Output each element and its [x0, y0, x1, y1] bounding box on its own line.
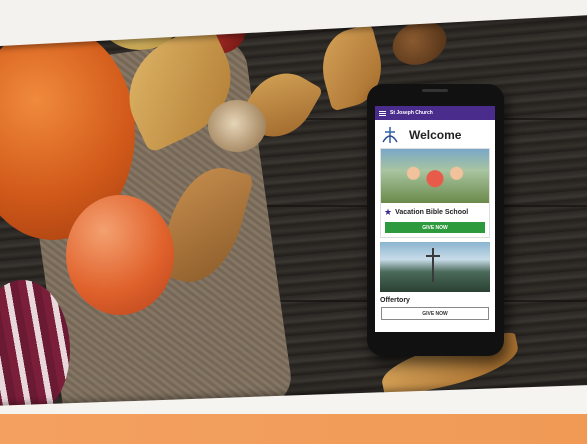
cross-icon: [432, 248, 434, 282]
card-title: Vacation Bible School: [395, 209, 469, 216]
card-title-row: ★ Vacation Bible School: [381, 203, 489, 220]
welcome-header: Welcome: [375, 120, 495, 148]
welcome-heading: Welcome: [409, 128, 462, 142]
app-bar: St Joseph Church: [375, 106, 495, 120]
star-icon: ★: [384, 207, 393, 217]
church-logo-icon: [381, 126, 399, 144]
give-now-button[interactable]: GIVE NOW: [385, 222, 485, 233]
walnut: [208, 100, 266, 152]
hamburger-menu-icon[interactable]: [379, 110, 386, 116]
vbs-card[interactable]: ★ Vacation Bible School GIVE NOW: [380, 148, 490, 238]
cross-mountain-photo: [380, 242, 490, 292]
cross-icon: [426, 255, 440, 257]
background-photo: St Joseph Church Welcome ★ Vacation Bibl…: [0, 0, 587, 444]
app-title: St Joseph Church: [390, 110, 433, 116]
orange-band: [0, 414, 587, 444]
phone-screen: St Joseph Church Welcome ★ Vacation Bibl…: [375, 106, 495, 332]
apple: [66, 195, 174, 315]
offertory-title: Offertory: [380, 297, 410, 304]
children-playing-photo: [381, 149, 489, 203]
offertory-give-now-button[interactable]: GIVE NOW: [381, 307, 489, 320]
phone-speaker: [422, 89, 448, 92]
smartphone: St Joseph Church Welcome ★ Vacation Bibl…: [367, 84, 504, 356]
